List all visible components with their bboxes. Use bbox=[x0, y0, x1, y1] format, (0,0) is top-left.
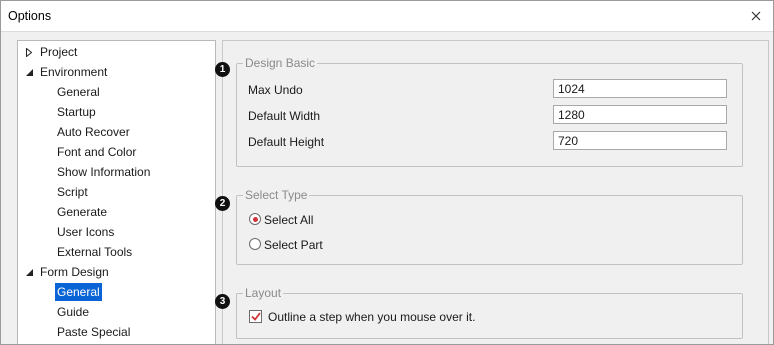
group-title: Design Basic bbox=[243, 56, 318, 70]
tree-item-label: User Icons bbox=[57, 225, 115, 239]
default-width-label: Default Width bbox=[248, 109, 321, 123]
tree-item-label: Paste Special bbox=[57, 325, 131, 339]
checkmark-icon bbox=[250, 312, 261, 321]
expand-arrow-icon[interactable] bbox=[24, 43, 34, 61]
select-all-radio[interactable] bbox=[249, 213, 261, 225]
tree-item-label: General bbox=[55, 283, 102, 301]
select-part-label[interactable]: Select Part bbox=[264, 238, 323, 252]
outline-step-label[interactable]: Outline a step when you mouse over it. bbox=[268, 310, 475, 324]
settings-panel: Design Basic Max Undo Default Width Defa… bbox=[222, 40, 769, 344]
default-height-label: Default Height bbox=[248, 135, 325, 149]
tree-item-label: Auto Recover bbox=[57, 125, 130, 139]
tree-item-label: External Tools bbox=[57, 245, 133, 259]
title-bar: Options bbox=[1, 1, 773, 32]
tree-item-label: Guide bbox=[57, 305, 90, 319]
options-tree: Project Environment General Startup Auto… bbox=[17, 40, 216, 344]
close-button[interactable] bbox=[745, 5, 767, 27]
collapse-arrow-icon[interactable] bbox=[24, 263, 34, 281]
tree-item-label: Generate bbox=[57, 205, 108, 219]
select-part-radio[interactable] bbox=[249, 238, 261, 250]
max-undo-label: Max Undo bbox=[248, 83, 303, 97]
tree-item-label: General bbox=[57, 85, 100, 99]
tree-item-label: Script bbox=[57, 185, 88, 199]
layout-group: Layout Outline a step when you mouse ove… bbox=[236, 286, 743, 339]
tree-item-label: Environment bbox=[40, 65, 108, 79]
group-title: Select Type bbox=[243, 188, 310, 202]
callout-badge-1: 1 bbox=[215, 62, 230, 77]
tree-item-label: Project bbox=[40, 45, 78, 59]
tree-item-label: Font and Color bbox=[57, 145, 137, 159]
callout-badge-2: 2 bbox=[215, 196, 230, 211]
tree-item-label: Form Design bbox=[40, 265, 109, 279]
select-type-group: Select Type Select All Select Part bbox=[236, 188, 743, 265]
tree-item-label: Startup bbox=[57, 105, 96, 119]
design-basic-group: Design Basic Max Undo Default Width Defa… bbox=[236, 56, 743, 167]
window-title: Options bbox=[8, 9, 52, 23]
default-width-input[interactable] bbox=[553, 105, 727, 124]
options-dialog: Options Project Environment General Star… bbox=[0, 0, 774, 345]
default-height-input[interactable] bbox=[553, 131, 727, 150]
group-title: Layout bbox=[243, 286, 284, 300]
close-icon bbox=[751, 11, 761, 21]
outline-step-checkbox[interactable] bbox=[249, 310, 262, 323]
max-undo-input[interactable] bbox=[553, 79, 727, 98]
callout-badge-3: 3 bbox=[215, 294, 230, 309]
tree-item-label: Show Information bbox=[57, 165, 151, 179]
select-all-label[interactable]: Select All bbox=[264, 213, 313, 227]
collapse-arrow-icon[interactable] bbox=[24, 63, 34, 81]
